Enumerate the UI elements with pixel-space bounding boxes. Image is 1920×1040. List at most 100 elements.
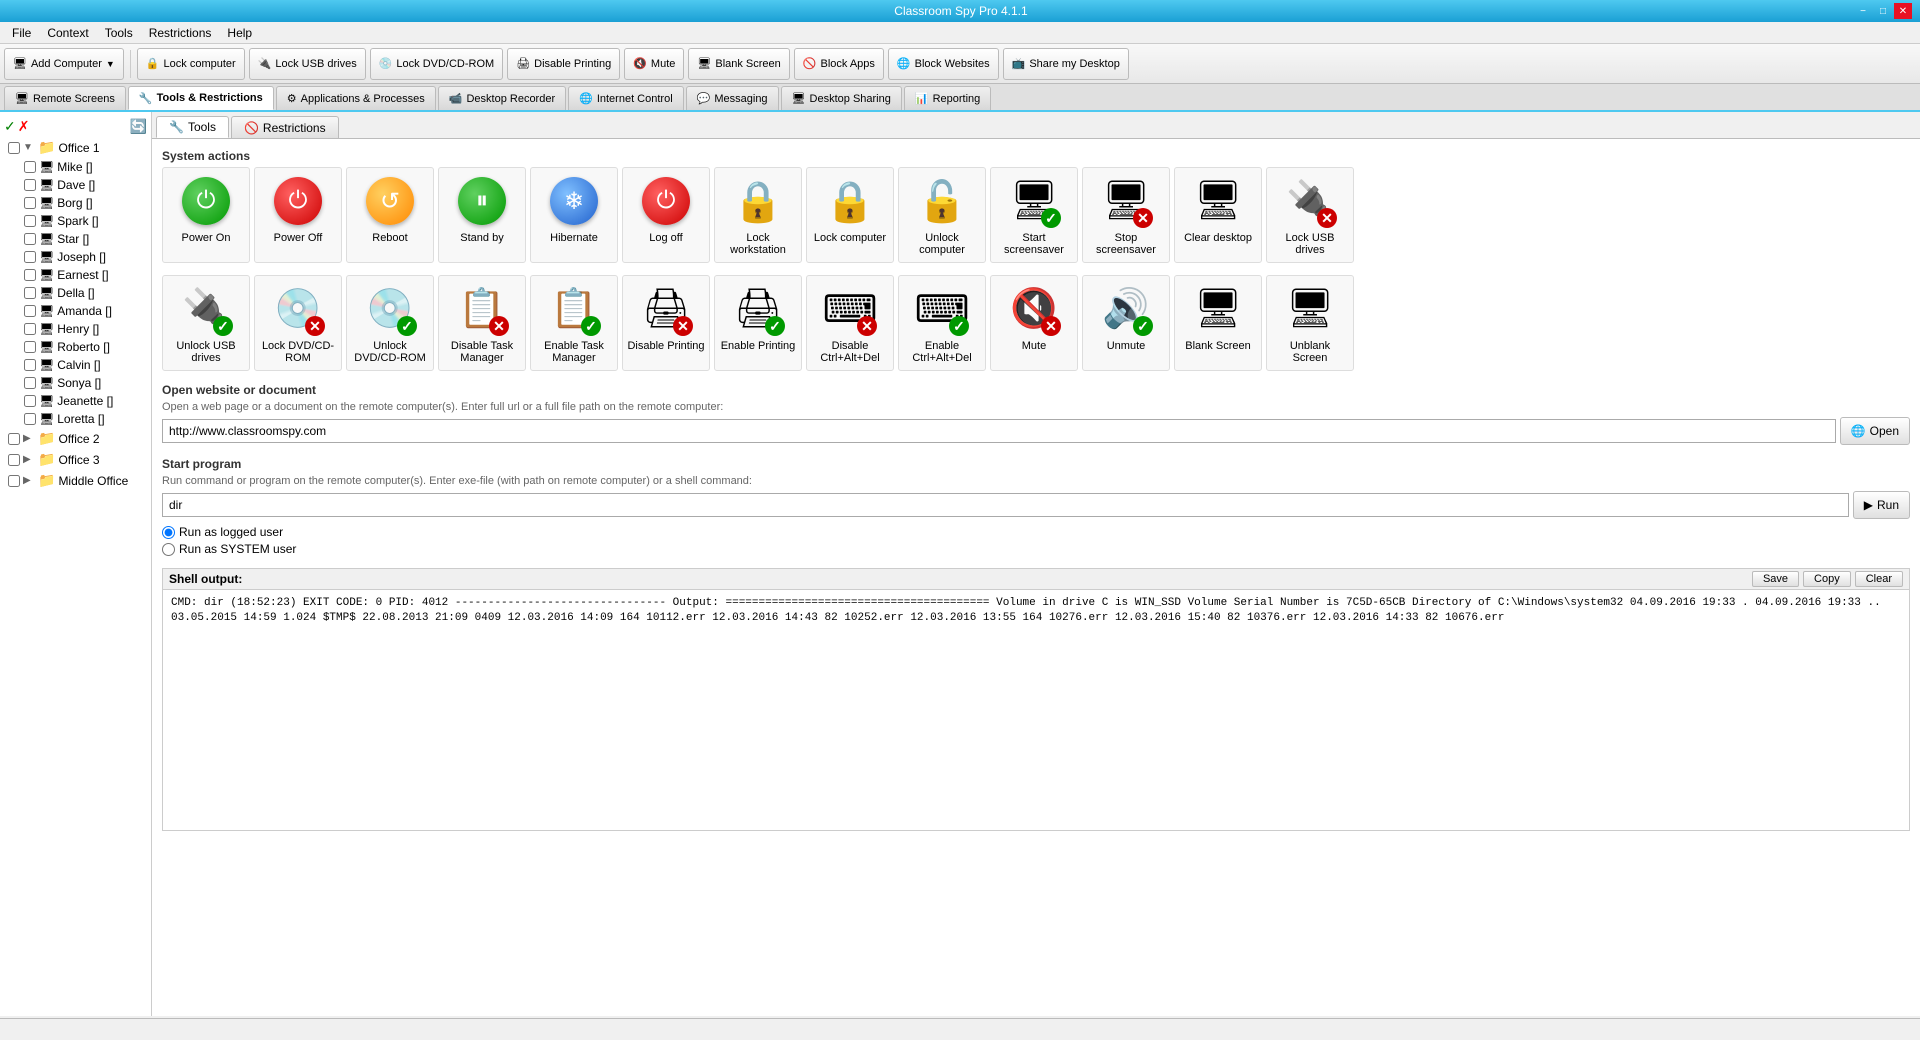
run-logged-radio[interactable] — [162, 526, 175, 539]
action-mute[interactable]: 🔇✕Mute — [990, 275, 1078, 371]
action-lock-usb[interactable]: 🔌✕Lock USB drives — [1266, 167, 1354, 263]
tab-desktop-recorder[interactable]: 📹Desktop Recorder — [438, 86, 566, 110]
list-item[interactable]: 🖥Roberto [] — [20, 338, 151, 356]
list-item[interactable]: 🖥Mike [] — [20, 158, 151, 176]
action-stand-by[interactable]: ⏸Stand by — [438, 167, 526, 263]
computer-checkbox[interactable] — [24, 305, 36, 317]
action-reboot[interactable]: ↺Reboot — [346, 167, 434, 263]
tree-group-office2-header[interactable]: ▶ 📁 Office 2 — [4, 428, 151, 449]
action-lock-workstation[interactable]: 🔒Lock workstation — [714, 167, 802, 263]
action-log-off[interactable]: ⏻Log off — [622, 167, 710, 263]
tab-internet-control[interactable]: 🌐Internet Control — [568, 86, 684, 110]
action-enable-ctrlaltdel[interactable]: ⌨✓Enable Ctrl+Alt+Del — [898, 275, 986, 371]
computer-checkbox[interactable] — [24, 341, 36, 353]
action-unlock-dvd[interactable]: 💿✓Unlock DVD/CD-ROM — [346, 275, 434, 371]
list-item[interactable]: 🖥Spark [] — [20, 212, 151, 230]
lock-dvd-toolbar-button[interactable]: 💿 Lock DVD/CD-ROM — [370, 48, 504, 80]
tab-reporting[interactable]: 📊Reporting — [904, 86, 991, 110]
action-disable-ctrlaltdel[interactable]: ⌨✕Disable Ctrl+Alt+Del — [806, 275, 894, 371]
url-input[interactable] — [162, 419, 1836, 443]
list-item[interactable]: 🖥Jeanette [] — [20, 392, 151, 410]
list-item[interactable]: 🖥Loretta [] — [20, 410, 151, 428]
tab-remote-screens[interactable]: 🖥Remote Screens — [4, 86, 126, 110]
office3-checkbox[interactable] — [8, 454, 20, 466]
list-item[interactable]: 🖥Earnest [] — [20, 266, 151, 284]
list-item[interactable]: 🖥Sonya [] — [20, 374, 151, 392]
menu-help[interactable]: Help — [219, 24, 260, 42]
list-item[interactable]: 🖥Amanda [] — [20, 302, 151, 320]
run-system-user-label[interactable]: Run as SYSTEM user — [162, 542, 1910, 556]
minimize-button[interactable]: − — [1854, 3, 1872, 19]
disable-printing-toolbar-button[interactable]: 🖨 Disable Printing — [507, 48, 620, 80]
list-item[interactable]: 🖥Calvin [] — [20, 356, 151, 374]
action-clear-desktop[interactable]: 🖥Clear desktop — [1174, 167, 1262, 263]
close-button[interactable]: ✕ — [1894, 3, 1912, 19]
action-power-off[interactable]: ⏻Power Off — [254, 167, 342, 263]
run-button[interactable]: ▶ Run — [1853, 491, 1910, 519]
expand-icon-4[interactable]: ▶ — [23, 475, 35, 486]
list-item[interactable]: 🖥Borg [] — [20, 194, 151, 212]
action-stop-screensaver[interactable]: 🖥✕Stop screensaver — [1082, 167, 1170, 263]
computer-checkbox[interactable] — [24, 377, 36, 389]
action-enable-taskmgr[interactable]: 📋✓Enable Task Manager — [530, 275, 618, 371]
tab-desktop-sharing[interactable]: 🖥Desktop Sharing — [781, 86, 902, 110]
computer-checkbox[interactable] — [24, 179, 36, 191]
tab-messaging[interactable]: 💬Messaging — [686, 86, 779, 110]
list-item[interactable]: 🖥Dave [] — [20, 176, 151, 194]
maximize-button[interactable]: □ — [1874, 3, 1892, 19]
save-button[interactable]: Save — [1752, 571, 1799, 587]
list-item[interactable]: 🖥Della [] — [20, 284, 151, 302]
block-apps-toolbar-button[interactable]: 🚫 Block Apps — [794, 48, 884, 80]
menu-tools[interactable]: Tools — [97, 24, 141, 42]
sub-tab-tools[interactable]: 🔧 Tools — [156, 116, 229, 138]
action-hibernate[interactable]: ❄Hibernate — [530, 167, 618, 263]
action-lock-computer[interactable]: 🔒Lock computer — [806, 167, 894, 263]
action-enable-printing[interactable]: 🖨✓Enable Printing — [714, 275, 802, 371]
window-controls[interactable]: − □ ✕ — [1854, 3, 1912, 19]
expand-icon-2[interactable]: ▶ — [23, 433, 35, 444]
command-input[interactable] — [162, 493, 1849, 517]
copy-button[interactable]: Copy — [1803, 571, 1851, 587]
lock-usb-toolbar-button[interactable]: 🔌 Lock USB drives — [249, 48, 366, 80]
tab-applications[interactable]: ⚙Applications & Processes — [276, 86, 436, 110]
sub-tab-restrictions[interactable]: 🚫 Restrictions — [231, 116, 339, 138]
tab-tools-restrictions[interactable]: 🔧Tools & Restrictions — [128, 86, 274, 110]
action-unlock-usb[interactable]: 🔌✓Unlock USB drives — [162, 275, 250, 371]
computer-checkbox[interactable] — [24, 215, 36, 227]
clear-button[interactable]: Clear — [1855, 571, 1903, 587]
expand-icon-3[interactable]: ▶ — [23, 454, 35, 465]
computer-checkbox[interactable] — [24, 251, 36, 263]
action-lock-dvd[interactable]: 💿✕Lock DVD/CD-ROM — [254, 275, 342, 371]
list-item[interactable]: 🖥Joseph [] — [20, 248, 151, 266]
action-start-screensaver[interactable]: 🖥✓Start screensaver — [990, 167, 1078, 263]
menu-file[interactable]: File — [4, 24, 39, 42]
office1-checkbox[interactable] — [8, 142, 20, 154]
run-system-radio[interactable] — [162, 543, 175, 556]
tree-group-middle-header[interactable]: ▶ 📁 Middle Office — [4, 470, 151, 491]
computer-checkbox[interactable] — [24, 197, 36, 209]
computer-checkbox[interactable] — [24, 323, 36, 335]
office2-checkbox[interactable] — [8, 433, 20, 445]
action-blank-screen[interactable]: 🖥Blank Screen — [1174, 275, 1262, 371]
action-disable-printing[interactable]: 🖨✕Disable Printing — [622, 275, 710, 371]
list-item[interactable]: 🖥Henry [] — [20, 320, 151, 338]
share-desktop-toolbar-button[interactable]: 📺 Share my Desktop — [1003, 48, 1129, 80]
computer-checkbox[interactable] — [24, 287, 36, 299]
list-item[interactable]: 🖥Star [] — [20, 230, 151, 248]
block-websites-toolbar-button[interactable]: 🌐 Block Websites — [888, 48, 999, 80]
blank-screen-toolbar-button[interactable]: 🖥 Blank Screen — [688, 48, 789, 80]
lock-computer-toolbar-button[interactable]: 🔒 Lock computer — [137, 48, 245, 80]
action-disable-taskmgr[interactable]: 📋✕Disable Task Manager — [438, 275, 526, 371]
add-computer-button[interactable]: 🖥 Add Computer ▼ — [4, 48, 124, 80]
computer-checkbox[interactable] — [24, 359, 36, 371]
menu-restrictions[interactable]: Restrictions — [141, 24, 220, 42]
run-logged-user-label[interactable]: Run as logged user — [162, 525, 1910, 539]
menu-context[interactable]: Context — [39, 24, 96, 42]
computer-checkbox[interactable] — [24, 395, 36, 407]
computer-checkbox[interactable] — [24, 161, 36, 173]
action-unblank-screen[interactable]: 🖥Unblank Screen — [1266, 275, 1354, 371]
open-button[interactable]: 🌐 Open — [1840, 417, 1910, 445]
middle-office-checkbox[interactable] — [8, 475, 20, 487]
action-unlock-computer[interactable]: 🔓Unlock computer — [898, 167, 986, 263]
action-unmute[interactable]: 🔊✓Unmute — [1082, 275, 1170, 371]
